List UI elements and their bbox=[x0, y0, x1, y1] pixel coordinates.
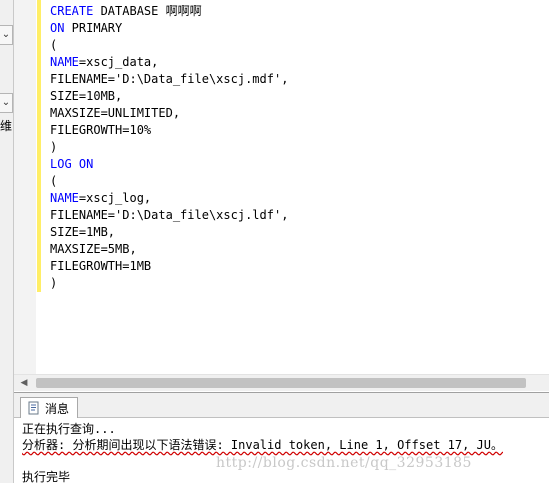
scroll-left-arrow-icon[interactable]: ◀ bbox=[16, 375, 32, 391]
sql-editor[interactable]: CREATE DATABASE 啊啊啊 ON PRIMARY(NAME=xscj_… bbox=[14, 0, 549, 390]
code-line[interactable]: NAME=xscj_data, bbox=[50, 54, 288, 71]
sql-text: FILEGROWTH=10% bbox=[50, 123, 152, 137]
code-line[interactable]: ( bbox=[50, 37, 288, 54]
partial-label: 维 bbox=[0, 119, 13, 133]
chevron-down-icon: ⌄ bbox=[1, 97, 11, 108]
error-message-line: 分析器: 分析期间出现以下语法错误: Invalid token, Line 1… bbox=[22, 438, 503, 452]
sql-text: ( bbox=[50, 174, 58, 188]
sql-text: FILENAME='D:\Data_file\xscj.ldf', bbox=[50, 208, 289, 222]
code-line[interactable]: FILEGROWTH=10% bbox=[50, 122, 288, 139]
sql-text: PRIMARY bbox=[64, 21, 123, 35]
document-info-icon bbox=[27, 401, 41, 415]
sql-text: =xscj_data, bbox=[78, 55, 159, 69]
sql-keyword: NAME bbox=[50, 191, 79, 205]
sql-text: =xscj_log, bbox=[78, 191, 152, 205]
sql-keyword: ON bbox=[50, 21, 65, 35]
sql-text: SIZE=10MB, bbox=[50, 89, 123, 103]
sql-keyword: LOG bbox=[50, 157, 72, 171]
sql-text: ( bbox=[50, 38, 58, 52]
left-panel: ⌄ ⌄ 维 bbox=[0, 0, 14, 483]
code-line[interactable]: MAXSIZE=5MB, bbox=[50, 241, 288, 258]
code-line[interactable]: FILENAME='D:\Data_file\xscj.mdf', bbox=[50, 71, 288, 88]
code-line[interactable]: SIZE=10MB, bbox=[50, 88, 288, 105]
sql-text: FILEGROWTH=1MB bbox=[50, 259, 152, 273]
dropdown-toggle-1[interactable]: ⌄ bbox=[0, 25, 13, 45]
code-line[interactable]: ) bbox=[50, 275, 288, 292]
code-line[interactable]: MAXSIZE=UNLIMITED, bbox=[50, 105, 288, 122]
editor-gutter bbox=[14, 0, 36, 374]
sql-keyword: ON bbox=[78, 157, 94, 171]
watermark: http://blog.csdn.net/qq_32953185 bbox=[216, 455, 472, 471]
chevron-down-icon: ⌄ bbox=[1, 29, 11, 40]
code-line[interactable]: SIZE=1MB, bbox=[50, 224, 288, 241]
change-tracking-bar bbox=[37, 0, 41, 292]
tab-messages[interactable]: 消息 bbox=[20, 397, 79, 418]
code-line[interactable]: FILEGROWTH=1MB bbox=[50, 258, 288, 275]
sql-text: ) bbox=[50, 140, 58, 154]
code-line[interactable]: CREATE DATABASE 啊啊啊 bbox=[50, 3, 288, 20]
code-line[interactable]: ON PRIMARY bbox=[50, 20, 288, 37]
sql-text: SIZE=1MB, bbox=[50, 225, 116, 239]
tab-messages-label: 消息 bbox=[45, 401, 70, 416]
sql-keyword: CREATE bbox=[50, 4, 94, 18]
code-lines[interactable]: CREATE DATABASE 啊啊啊 ON PRIMARY(NAME=xscj_… bbox=[50, 3, 288, 292]
message-line: 正在执行查询... bbox=[22, 422, 116, 436]
horizontal-scrollbar[interactable]: ◀ bbox=[14, 374, 549, 391]
sql-text: DATABASE 啊啊啊 bbox=[93, 4, 202, 18]
sql-text: FILENAME='D:\Data_file\xscj.mdf', bbox=[50, 72, 289, 86]
sql-keyword: NAME bbox=[50, 55, 79, 69]
sql-text: ) bbox=[50, 276, 58, 290]
dropdown-toggle-2[interactable]: ⌄ bbox=[0, 93, 13, 113]
results-tab-strip: 消息 bbox=[14, 393, 549, 418]
message-lines: 正在执行查询... 分析器: 分析期间出现以下语法错误: Invalid tok… bbox=[22, 421, 503, 485]
sql-text: MAXSIZE=5MB, bbox=[50, 242, 137, 256]
code-line[interactable]: FILENAME='D:\Data_file\xscj.ldf', bbox=[50, 207, 288, 224]
scrollbar-thumb[interactable] bbox=[36, 378, 526, 388]
sql-text: MAXSIZE=UNLIMITED, bbox=[50, 106, 181, 120]
code-line[interactable]: LOG ON bbox=[50, 156, 288, 173]
code-line[interactable]: ( bbox=[50, 173, 288, 190]
code-line[interactable]: NAME=xscj_log, bbox=[50, 190, 288, 207]
code-line[interactable]: ) bbox=[50, 139, 288, 156]
